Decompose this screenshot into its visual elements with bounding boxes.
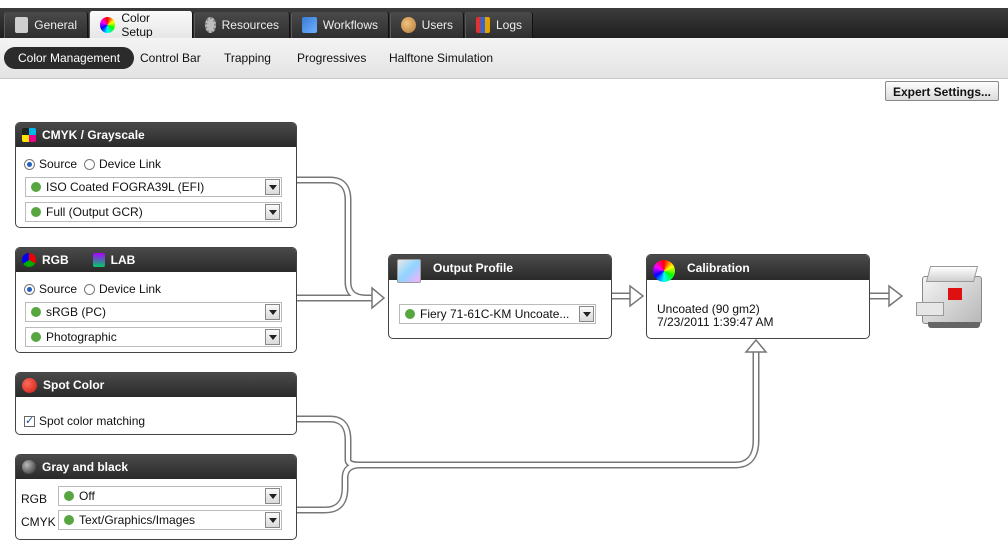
arrow-to-calibration — [629, 284, 645, 308]
rgb-rendering-intent-dropdown[interactable]: Photographic — [25, 327, 282, 347]
panel-title-lab: LAB — [110, 253, 136, 267]
radio-label: Source — [39, 157, 78, 171]
panel-title: RGB — [42, 253, 69, 267]
checkbox-label: Spot color matching — [39, 414, 146, 428]
calibration-icon — [653, 259, 675, 282]
checkbox-checked[interactable] — [24, 414, 35, 427]
check-status-icon — [405, 309, 415, 319]
gray-rgb-label: RGB — [21, 492, 48, 506]
panel-header: CMYK / Grayscale — [16, 123, 296, 147]
check-status-icon — [31, 307, 41, 317]
arrow-up-to-calibration — [744, 338, 768, 353]
rgb-source-radio[interactable]: Source — [24, 282, 77, 296]
cmyk-gcr-dropdown[interactable]: Full (Output GCR) — [25, 202, 282, 222]
radio-selected[interactable] — [24, 158, 35, 170]
radio-label: Device Link — [99, 157, 162, 171]
calibration-info: Uncoated (90 gm2) 7/23/2011 1:39:47 AM — [657, 303, 774, 329]
radio-unselected[interactable] — [84, 283, 95, 295]
gray-and-black-panel: Gray and black RGB Off CMYK Text/Graphic… — [15, 454, 297, 540]
printer-icon — [914, 262, 986, 330]
panel-header: RGB LAB — [16, 248, 296, 272]
spot-color-matching-checkbox[interactable]: Spot color matching — [24, 414, 145, 428]
radio-selected[interactable] — [24, 283, 35, 295]
dropdown-value: Text/Graphics/Images — [79, 513, 196, 527]
check-status-icon — [64, 515, 74, 525]
cmyk-device-link-radio[interactable]: Device Link — [84, 157, 161, 171]
spot-color-icon — [22, 377, 37, 393]
radio-label: Source — [39, 282, 78, 296]
chevron-down-icon[interactable] — [265, 304, 280, 320]
panel-header: Spot Color — [16, 373, 296, 397]
arrow-to-printer — [888, 284, 904, 308]
output-profile-panel: Output Profile Fiery 71-61C-KM Uncoate..… — [388, 254, 612, 339]
rgb-icon — [22, 253, 36, 267]
check-status-icon — [31, 332, 41, 342]
panel-header: Output Profile — [389, 255, 611, 283]
panel-title: Gray and black — [42, 460, 129, 474]
arrow-to-output — [371, 286, 386, 310]
check-status-icon — [31, 182, 41, 192]
dropdown-value: ISO Coated FOGRA39L (EFI) — [46, 180, 205, 194]
chevron-down-icon[interactable] — [265, 204, 280, 220]
gray-cmyk-dropdown[interactable]: Text/Graphics/Images — [58, 510, 282, 530]
dropdown-value: Off — [79, 489, 95, 503]
cmyk-source-radio[interactable]: Source — [24, 157, 77, 171]
rgb-device-link-radio[interactable]: Device Link — [84, 282, 161, 296]
chevron-down-icon[interactable] — [265, 329, 280, 345]
panel-header: Gray and black — [16, 455, 296, 479]
panel-title: CMYK / Grayscale — [42, 128, 145, 142]
chevron-down-icon[interactable] — [265, 179, 280, 195]
gray-cmyk-label: CMYK — [21, 515, 56, 529]
chevron-down-icon[interactable] — [265, 488, 280, 504]
calibration-panel: Calibration Uncoated (90 gm2) 7/23/2011 … — [646, 254, 870, 339]
output-profile-dropdown[interactable]: Fiery 71-61C-KM Uncoate... — [399, 304, 596, 324]
cmyk-grayscale-panel: CMYK / Grayscale Source Device Link ISO … — [15, 122, 297, 228]
panel-title: Output Profile — [433, 260, 513, 275]
chevron-down-icon[interactable] — [265, 512, 280, 528]
rgb-lab-panel: RGB LAB Source Device Link sRGB (PC) Pho… — [15, 247, 297, 353]
gray-rgb-dropdown[interactable]: Off — [58, 486, 282, 506]
spot-color-panel: Spot Color Spot color matching — [15, 372, 297, 435]
radio-unselected[interactable] — [84, 158, 95, 170]
panel-header: Calibration — [647, 255, 869, 282]
radio-label: Device Link — [99, 282, 162, 296]
panel-title: Calibration — [687, 260, 750, 275]
rgb-source-profile-dropdown[interactable]: sRGB (PC) — [25, 302, 282, 322]
cmyk-source-profile-dropdown[interactable]: ISO Coated FOGRA39L (EFI) — [25, 177, 282, 197]
check-status-icon — [31, 207, 41, 217]
dropdown-value: Fiery 71-61C-KM Uncoate... — [420, 307, 570, 321]
gray-black-icon — [22, 460, 36, 474]
panel-title: Spot Color — [43, 378, 105, 392]
cmyk-icon — [22, 128, 36, 142]
dropdown-value: Photographic — [46, 330, 117, 344]
dropdown-value: sRGB (PC) — [46, 305, 106, 319]
dropdown-value: Full (Output GCR) — [46, 205, 143, 219]
calibration-date: 7/23/2011 1:39:47 AM — [657, 315, 774, 329]
check-status-icon — [64, 491, 74, 501]
chevron-down-icon[interactable] — [579, 306, 594, 322]
lab-icon — [92, 253, 105, 267]
output-profile-icon — [397, 258, 421, 283]
